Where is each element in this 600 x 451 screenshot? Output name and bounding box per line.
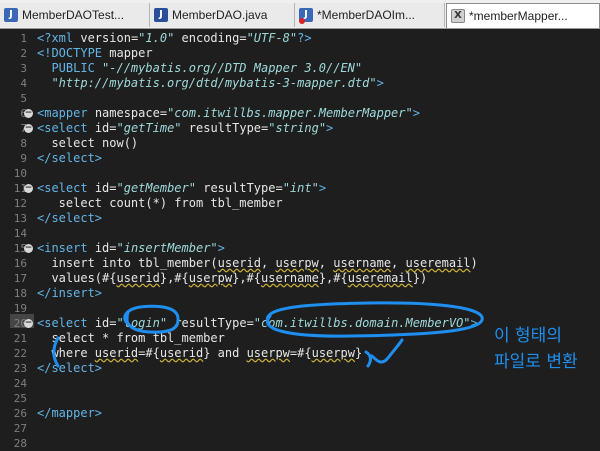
arrow-stroke bbox=[370, 338, 404, 364]
circle-login-id bbox=[123, 304, 180, 334]
circle-result-type bbox=[265, 301, 484, 338]
annotation-line-2: 파일로 변환 bbox=[494, 352, 578, 372]
right-bracket-stroke bbox=[364, 350, 372, 368]
left-bracket-stroke bbox=[52, 336, 60, 368]
annotation-line-1: 이 형태의 bbox=[494, 326, 562, 346]
blue-pen-annotations bbox=[52, 301, 484, 368]
